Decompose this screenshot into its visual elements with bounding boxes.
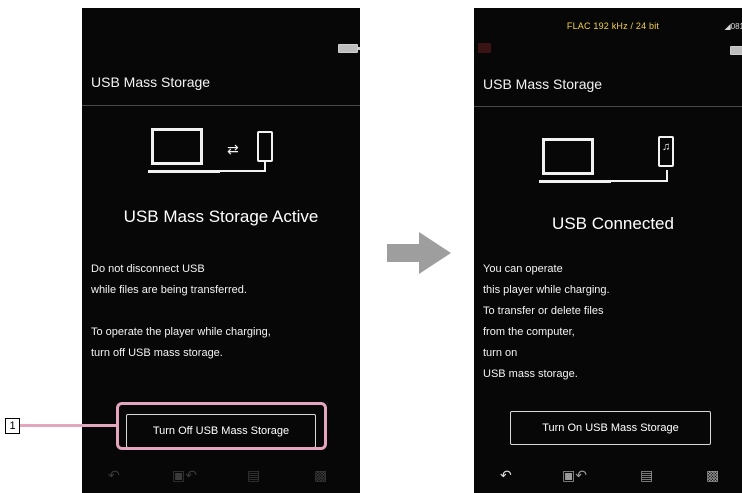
status-heading: USB Connected [552,214,674,233]
right-device-screen: FLAC 192 kHz / 24 bit ◢081 USB Mass Stor… [474,8,742,493]
indicator-icon [478,43,491,53]
bottom-navbar: ↶ ▣↶ ▤ ▩ [474,457,742,493]
message-line: USB mass storage. [483,368,578,380]
transfer-arrows-icon: ⇄ [227,141,239,157]
options-icon[interactable]: ▩ [314,468,327,482]
status-heading: USB Mass Storage Active [123,207,319,226]
manual-illustration: USB Mass Storage ⇄ USB Mass Storage Acti… [0,0,742,493]
message-line: Do not disconnect USB [91,263,205,275]
turn-on-usb-mass-storage-button[interactable]: Turn On USB Mass Storage [510,411,711,445]
usb-cable [220,170,264,172]
message-line: To operate the player while charging, [91,326,271,338]
playback-icon[interactable]: ▣↶ [562,468,587,482]
library-icon[interactable]: ▤ [247,468,260,482]
computer-base-icon [148,170,220,173]
screen-title: USB Mass Storage [91,74,211,90]
screen-title: USB Mass Storage [483,76,603,92]
library-icon[interactable]: ▤ [640,468,653,482]
message-line: from the computer, [483,326,575,338]
message-line: turn on [483,347,518,359]
message-line [91,301,271,322]
bottom-navbar: ↶ ▣↶ ▤ ▩ [82,457,360,493]
callout-leader-line [20,424,117,427]
audio-format-status: FLAC 192 kHz / 24 bit [566,21,660,31]
usb-cable [611,180,666,182]
back-icon[interactable]: ↶ [108,468,120,482]
message-line: while files are being transferred. [91,284,247,296]
callout-highlight [116,402,327,450]
music-note-icon: ♫ [662,141,671,153]
player-device-icon [257,131,273,162]
message-line: You can operate [483,263,563,275]
battery-icon [338,44,360,53]
status-message: You can operate this player while chargi… [483,259,610,385]
transition-arrow-icon [387,232,451,274]
title-divider [82,105,360,106]
signal-icon: ◢081 [724,22,742,31]
battery-icon [730,46,742,55]
back-icon[interactable]: ↶ [500,468,512,482]
computer-base-icon [539,180,611,183]
playback-icon[interactable]: ▣↶ [172,468,197,482]
options-icon[interactable]: ▩ [706,468,719,482]
computer-icon [542,138,594,175]
status-message: Do not disconnect USB while files are be… [91,259,271,364]
message-line: this player while charging. [483,284,610,296]
computer-icon [151,128,203,165]
title-divider [474,106,742,107]
message-line: To transfer or delete files [483,305,604,317]
callout-number: 1 [5,418,20,434]
usb-cable-vertical [666,170,668,182]
message-line: turn off USB mass storage. [91,347,223,359]
